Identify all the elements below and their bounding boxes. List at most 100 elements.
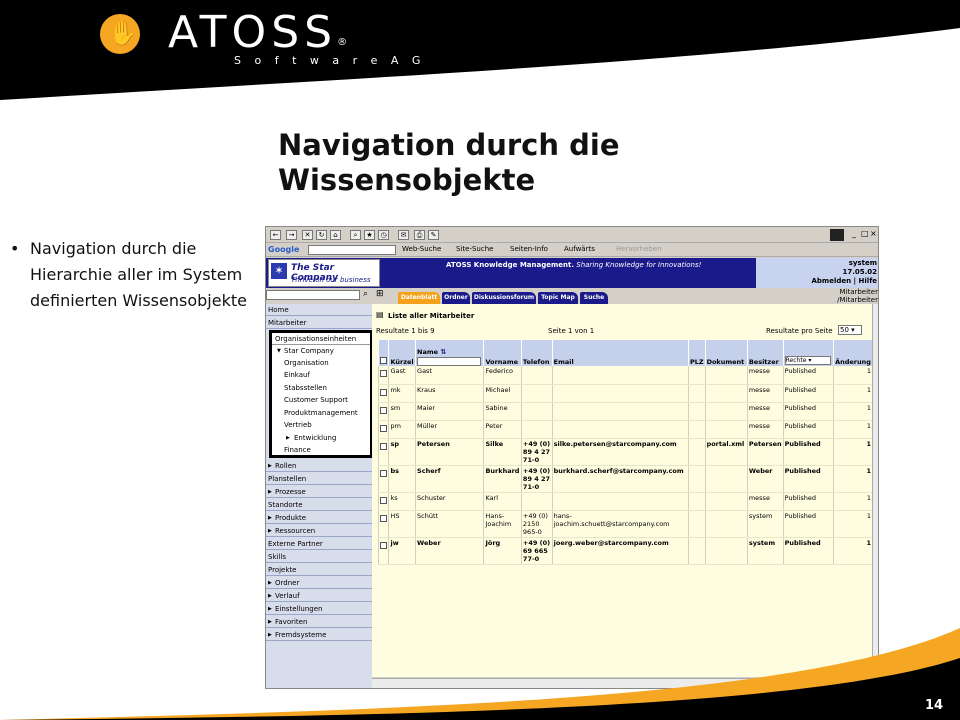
sidebar-item-produkte[interactable]: Produkte [266,512,372,524]
tree-item-organisation[interactable]: Organisation [272,357,370,369]
row-checkbox[interactable] [380,469,387,477]
help-link[interactable]: Hilfe [859,277,877,285]
column-name[interactable]: Name ⇅ [415,340,484,366]
sidebar-item-prozesse[interactable]: Prozesse [266,486,372,498]
cell-email[interactable] [551,366,689,385]
name-filter-input[interactable] [417,357,482,366]
table-row[interactable]: sm Maier Sabine messe Published 1 [377,402,872,421]
table-row[interactable]: sp Petersen Silke +49 (0) 89 4 27 71-0 silke… [377,438,872,466]
rights-select[interactable]: Rechte ▾ [784,356,831,365]
refresh-icon[interactable]: ↻ [316,230,327,240]
table-row[interactable]: jw Weber Jörg +49 (0) 69 665 77-0 joerg.webe… [377,537,872,565]
select-all-checkbox[interactable] [380,357,387,364]
search-go-icon[interactable]: ⌕ [363,289,368,299]
edit-icon[interactable]: ✎ [428,230,439,240]
sidebar-item-externe-partner[interactable]: Externe Partner [266,538,372,550]
tree-item-vertrieb[interactable]: Vertrieb [272,419,370,431]
row-checkbox[interactable] [380,442,387,450]
cell-dokument[interactable]: portal.xml [704,438,748,466]
cell-email[interactable]: joerg.weber@starcompany.com [551,537,689,565]
cell-dokument[interactable] [704,537,748,565]
row-checkbox[interactable] [380,370,387,377]
column-vorname[interactable]: Vorname [483,340,522,366]
cell-dokument[interactable] [704,465,748,493]
history-icon[interactable]: ◷ [378,230,389,240]
cell-email[interactable]: burkhard.scherf@starcompany.com [551,465,689,493]
cell-dokument[interactable] [704,366,748,385]
row-checkbox[interactable] [380,541,387,549]
tab-topic-map[interactable]: Topic Map [538,292,578,304]
row-checkbox[interactable] [380,514,387,522]
cell-dokument[interactable] [704,420,748,439]
tab-ordner[interactable]: Ordner [442,292,470,304]
sidebar-item-mitarbeiter[interactable]: Mitarbeiter [266,317,372,329]
cell-email[interactable] [551,420,689,439]
sidebar-item-standorte[interactable]: Standorte [266,499,372,511]
highlight-button[interactable]: Hervorheben [616,245,662,253]
sidebar-item-skills[interactable]: Skills [266,551,372,563]
tab-datenblatt[interactable]: Datenblatt [398,292,440,304]
page-info-button[interactable]: Seiten-Info [510,245,548,253]
close-icon[interactable]: × [870,229,877,238]
column-aenderung[interactable]: Änderung [833,340,872,366]
sidebar-item-projekte[interactable]: Projekte [266,564,372,576]
cell-email[interactable]: hans-joachim.schuett@starcompany.com [551,510,689,538]
cell-email[interactable] [551,402,689,421]
tree-item-stabsstellen[interactable]: Stabsstellen [272,382,370,394]
search-icon[interactable]: ⌕ [350,230,361,240]
sidebar-item-verlauf[interactable]: Verlauf [266,590,372,602]
tree-item-customer-support[interactable]: Customer Support [272,394,370,406]
row-checkbox[interactable] [380,496,387,504]
sidebar-item-home[interactable]: Home [266,304,372,316]
table-row[interactable]: mk Kraus Michael messe Published 1 [377,384,872,403]
print-icon[interactable]: ⎙ [414,230,425,240]
back-icon[interactable]: ← [270,230,281,240]
up-button[interactable]: Aufwärts [564,245,595,253]
sidebar-search-input[interactable] [266,290,360,300]
tree-item-finance[interactable]: Finance [272,444,370,456]
table-row[interactable]: HS Schütt Hans-Joachim +49 (0) 2150 965-0 ha… [377,510,872,538]
site-search-button[interactable]: Site-Suche [456,245,493,253]
cell-dokument[interactable] [704,510,748,538]
sidebar-item-planstellen[interactable]: Planstellen [266,473,372,485]
cell-dokument[interactable] [704,384,748,403]
per-page-select[interactable]: 50 ▾ [838,325,862,335]
tab-diskussionsforum[interactable]: Diskussionsforum [472,292,536,304]
cell-email[interactable] [551,384,689,403]
table-row[interactable]: ks Schuster Karl messe Published 1 [377,492,872,511]
sort-icon[interactable]: ⇅ [440,348,446,356]
home-icon[interactable]: ⌂ [330,230,341,240]
column-email[interactable]: Email [551,340,689,366]
tab-suche[interactable]: Suche [580,292,608,304]
table-row[interactable]: pm Müller Peter messe Published 1 [377,420,872,439]
forward-icon[interactable]: → [286,230,297,240]
column-dokument[interactable]: Dokument [704,340,748,366]
cell-email[interactable]: silke.petersen@starcompany.com [551,438,689,466]
web-search-button[interactable]: Web-Suche [402,245,441,253]
column-rechte[interactable]: Rechte ▾ [782,340,834,366]
column-plz[interactable]: PLZ [687,340,706,366]
table-row[interactable]: bs Scherf Burkhard +49 (0) 89 4 27 71-0 burk… [377,465,872,493]
tree-item-einkauf[interactable]: Einkauf [272,369,370,381]
tree-item-entwicklung[interactable]: Entwicklung [272,432,370,444]
sidebar-item-rollen[interactable]: Rollen [266,460,372,472]
row-checkbox[interactable] [380,406,387,414]
tree-item-produktmanagement[interactable]: Produktmanagement [272,407,370,419]
mail-icon[interactable]: ✉ [398,230,409,240]
cell-dokument[interactable] [704,402,748,421]
minimize-icon[interactable]: _ [852,229,856,238]
tree-item-star-company[interactable]: Star Company [272,345,370,357]
column-besitzer[interactable]: Besitzer [746,340,784,366]
advanced-search-icon[interactable]: ⊞ [376,289,384,299]
cell-email[interactable] [551,492,689,511]
logout-link[interactable]: Abmelden [811,277,851,285]
favorites-icon[interactable]: ★ [364,230,375,240]
tree-item-organisationseinheiten[interactable]: Organisationseinheiten [272,333,370,345]
column-telefon[interactable]: Telefon [520,340,553,366]
sidebar-item-ordner[interactable]: Ordner [266,577,372,589]
cell-dokument[interactable] [704,492,748,511]
maximize-icon[interactable]: □ [861,229,869,238]
row-checkbox[interactable] [380,388,387,396]
sidebar-item-ressourcen[interactable]: Ressourcen [266,525,372,537]
table-row[interactable]: Gast Gast Federico messe Published 1 [377,366,872,385]
